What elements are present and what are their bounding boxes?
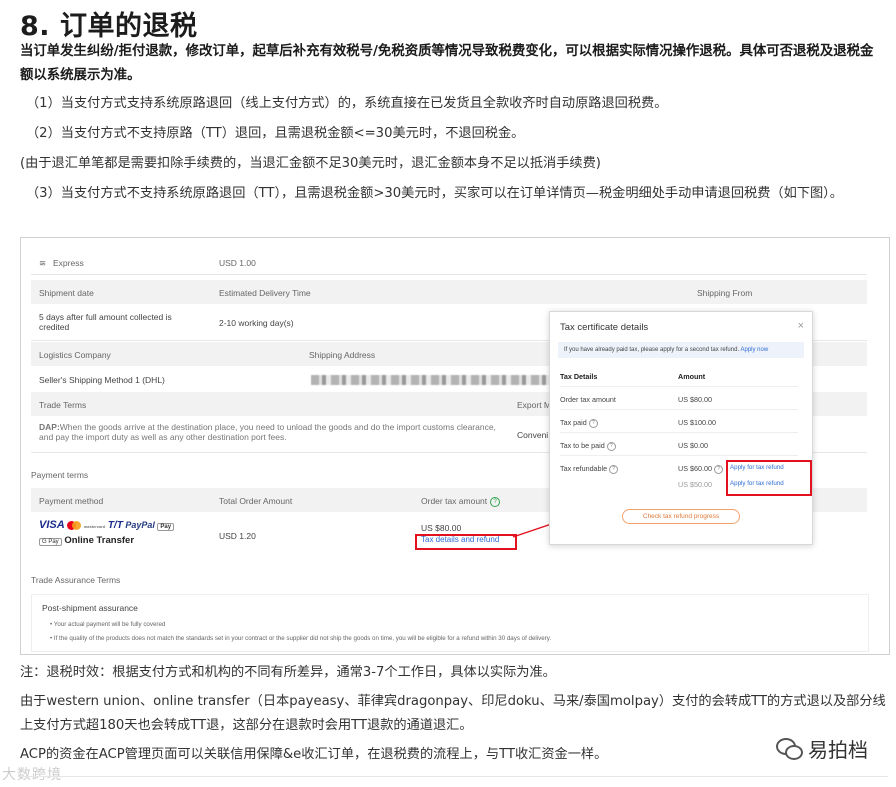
help-icon[interactable]: ? — [606, 441, 616, 451]
close-icon[interactable]: × — [798, 320, 804, 332]
row-label: Order tax amount — [560, 395, 616, 404]
modal-title: Tax certificate details — [560, 322, 649, 333]
row-value: US $60.00? — [678, 464, 723, 474]
paragraph-3: (由于退汇单笔都是需要扣除手续费的，当退汇金额不足30美元时，退汇金额本身不足以… — [20, 156, 601, 171]
col-amount: Amount — [678, 372, 706, 381]
row-label: Tax to be paid? — [560, 441, 616, 451]
brand-watermark: 易拍档 — [776, 734, 868, 763]
modal-header-row: Tax Details Amount — [560, 372, 790, 381]
row-value: US $0.00 — [678, 441, 708, 450]
row-value: US $80.00 — [678, 395, 712, 404]
row-label: Tax paid? — [560, 418, 598, 428]
note-2: 由于western union、online transfer（日本payeas… — [20, 694, 886, 733]
apply-refund-highlight — [726, 460, 812, 496]
col-tax-details: Tax Details — [560, 372, 598, 381]
modal-row: Order tax amount US $80.00 — [560, 395, 790, 404]
lead-paragraph: 当订单发生纠纷/拒付退款，修改订单，起草后补充有效税号/免税资质等情况导致税费变… — [20, 44, 874, 83]
tax-certificate-modal: Tax certificate details × If you have al… — [549, 311, 813, 545]
row-label: Tax refundable? — [560, 464, 619, 474]
order-details-screenshot: ≋ Express USD 1.00 Shipment date Estimat… — [20, 237, 890, 655]
help-icon[interactable]: ? — [713, 464, 723, 474]
paragraph-4: （3）当支付方式不支持系统原路退回（TT），且需退税金额>30美元时，买家可以在… — [26, 186, 843, 201]
corner-watermark: 大数跨境 — [2, 767, 62, 783]
modal-note: If you have already paid tax, please app… — [558, 342, 804, 358]
modal-row: Tax to be paid? US $0.00 — [560, 441, 790, 451]
brand-name: 易拍档 — [808, 738, 868, 762]
paragraph-2: （2）当支付方式不支持原路（TT）退回，且需退税金额<=30美元时，不退回税金。 — [26, 126, 525, 141]
help-icon[interactable]: ? — [609, 464, 619, 474]
apply-now-link[interactable]: Apply now — [740, 347, 768, 353]
modal-row: Tax paid? US $100.00 — [560, 418, 790, 428]
wechat-icon — [776, 737, 803, 760]
help-icon[interactable]: ? — [588, 418, 598, 428]
paragraph-1: （1）当支付方式支持系统原路退回（线上支付方式）的，系统直接在已发货且全款收齐时… — [26, 96, 668, 111]
check-progress-button[interactable]: Check tax refund progress — [622, 509, 740, 524]
section-title: 8. 订单的退税 — [20, 11, 198, 42]
row-value: US $100.00 — [678, 418, 716, 427]
extra-value: US $50.00 — [678, 480, 712, 489]
note-3: ACP的资金在ACP管理页面可以关联信用保障&e收汇订单，在退税费的流程上，与T… — [20, 747, 608, 762]
note-1: 注：退税时效：根据支付方式和机构的不同有所差异，通常3-7个工作日，具体以实际为… — [20, 665, 556, 680]
